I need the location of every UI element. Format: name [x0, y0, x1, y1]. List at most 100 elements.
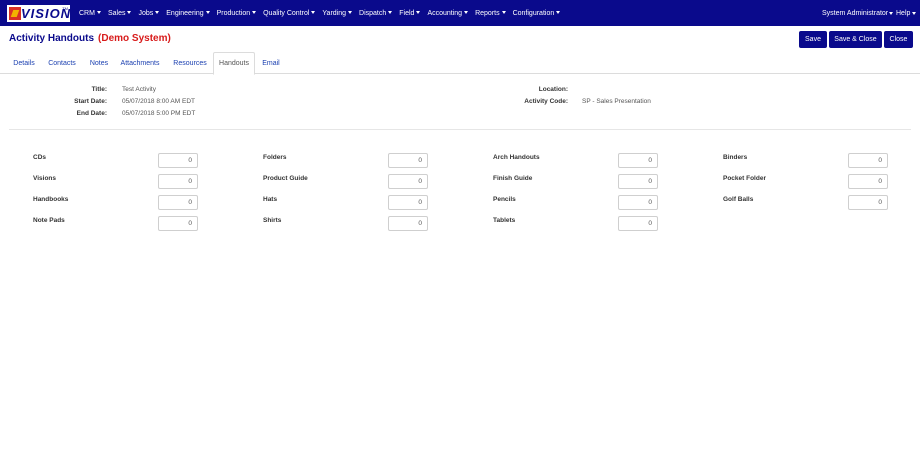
start-date-label: Start Date: — [74, 98, 107, 105]
tab-bar: Details Contacts Notes Attachments Resou… — [0, 52, 920, 75]
menu-item-quality-control[interactable]: Quality Control — [263, 9, 316, 17]
save-close-button[interactable]: Save & Close — [829, 31, 882, 48]
caret-down-icon — [311, 11, 316, 15]
save-button[interactable]: Save — [799, 31, 827, 48]
handout-input-visions[interactable] — [158, 174, 198, 189]
handout-label-folders: Folders — [263, 154, 287, 161]
menu-item-dispatch[interactable]: Dispatch — [359, 9, 393, 17]
menu-item-field[interactable]: Field — [399, 9, 421, 17]
title-label: Title: — [91, 86, 107, 93]
menu-item-label: CRM — [79, 9, 95, 17]
handout-input-folders[interactable] — [388, 153, 428, 168]
menu-item-reports[interactable]: Reports — [475, 10, 506, 17]
handout-label-product-guide: Product Guide — [263, 175, 308, 182]
tab-details[interactable]: Details — [9, 52, 39, 74]
vision-logo[interactable]: VISION TM — [7, 5, 70, 22]
caret-down-icon — [205, 11, 210, 15]
menu-item-label: Reports — [475, 9, 500, 17]
caret-down-icon — [348, 11, 353, 15]
help-menu[interactable]: Help — [896, 0, 917, 26]
handout-label-handbooks: Handbooks — [33, 196, 69, 203]
handout-label-pocket-folder: Pocket Folder — [723, 175, 766, 182]
start-date-value: 05/07/2018 8:00 AM EDT — [122, 98, 195, 105]
caret-down-icon — [155, 11, 160, 15]
handout-label-finish-guide: Finish Guide — [493, 175, 533, 182]
user-menu-label: System Administrator — [822, 9, 889, 17]
help-menu-label: Help — [896, 9, 911, 17]
handout-input-cds[interactable] — [158, 153, 198, 168]
activity-code-label: Activity Code: — [524, 98, 568, 105]
handout-input-finish-guide[interactable] — [618, 174, 658, 189]
menu-item-label: Configuration — [512, 9, 555, 17]
end-date-label: End Date: — [76, 110, 107, 117]
top-nav-bar: VISION TM CRM Sales Jobs Engineering Pro… — [0, 0, 920, 26]
handout-input-binders[interactable] — [848, 153, 888, 168]
menu-item-label: Dispatch — [359, 9, 387, 17]
main-menu: CRM Sales Jobs Engineering Production Qu… — [79, 0, 567, 26]
end-date-value: 05/07/2018 5:00 PM EDT — [122, 110, 196, 117]
title-value: Test Activity — [122, 86, 156, 93]
menu-item-label: Field — [399, 9, 415, 17]
menu-item-yarding[interactable]: Yarding — [322, 9, 353, 17]
caret-down-icon — [556, 11, 561, 15]
caret-down-icon — [388, 11, 393, 15]
menu-item-label: Yarding — [322, 9, 347, 17]
handout-input-shirts[interactable] — [388, 216, 428, 231]
tab-handouts[interactable]: Handouts — [213, 52, 255, 75]
menu-item-jobs[interactable]: Jobs — [138, 9, 160, 17]
caret-down-icon — [416, 11, 421, 15]
page-title: Activity Handouts (Demo System) — [9, 33, 171, 44]
handout-input-hats[interactable] — [388, 195, 428, 210]
handout-label-hats: Hats — [263, 196, 278, 203]
menu-item-label: Quality Control — [263, 9, 310, 17]
tab-attachments[interactable]: Attachments — [117, 52, 163, 74]
handout-input-pocket-folder[interactable] — [848, 174, 888, 189]
handout-input-golf-balls[interactable] — [848, 195, 888, 210]
activity-code-value: SP - Sales Presentation — [582, 98, 651, 105]
caret-down-icon — [464, 11, 469, 15]
handout-input-handbooks[interactable] — [158, 195, 198, 210]
handout-input-note-pads[interactable] — [158, 216, 198, 231]
caret-down-icon — [127, 11, 132, 15]
menu-item-sales[interactable]: Sales — [108, 10, 132, 17]
logo-mark-icon — [9, 7, 21, 20]
caret-down-icon — [501, 11, 506, 15]
menu-item-label: Jobs — [138, 9, 154, 17]
handout-label-pencils: Pencils — [493, 196, 516, 203]
caret-down-icon — [252, 11, 257, 15]
menu-item-crm[interactable]: CRM — [79, 10, 101, 17]
handout-label-visions: Visions — [33, 175, 57, 182]
menu-item-label: Production — [216, 9, 251, 17]
handout-label-tablets: Tablets — [493, 217, 516, 224]
handout-label-binders: Binders — [723, 154, 748, 161]
location-label: Location: — [538, 86, 568, 93]
menu-item-engineering[interactable]: Engineering — [166, 9, 210, 17]
tab-email[interactable]: Email — [258, 52, 284, 74]
handout-label-note-pads: Note Pads — [33, 217, 65, 224]
demo-system-label: (Demo System) — [98, 33, 171, 44]
close-button[interactable]: Close — [884, 31, 913, 48]
menu-item-label: Accounting — [427, 9, 463, 17]
caret-down-icon — [889, 11, 894, 15]
handout-input-arch-handouts[interactable] — [618, 153, 658, 168]
menu-item-accounting[interactable]: Accounting — [427, 9, 469, 17]
handout-input-product-guide[interactable] — [388, 174, 428, 189]
menu-item-production[interactable]: Production — [216, 9, 257, 17]
logo-trademark: TM — [62, 6, 68, 11]
tab-notes[interactable]: Notes — [85, 52, 113, 74]
menu-item-configuration[interactable]: Configuration — [513, 10, 561, 17]
tab-contacts[interactable]: Contacts — [44, 52, 80, 74]
handout-label-shirts: Shirts — [263, 217, 282, 224]
handout-input-pencils[interactable] — [618, 195, 658, 210]
page-title-text: Activity Handouts — [9, 33, 95, 44]
handout-label-arch-handouts: Arch Handouts — [493, 154, 540, 161]
tab-resources[interactable]: Resources — [168, 52, 212, 74]
handout-label-cds: CDs — [33, 154, 47, 161]
caret-down-icon — [96, 11, 101, 15]
menu-item-label: Sales — [107, 9, 126, 17]
handout-label-golf-balls: Golf Balls — [723, 196, 754, 203]
caret-down-icon — [912, 11, 917, 15]
handout-input-tablets[interactable] — [618, 216, 658, 231]
menu-item-label: Engineering — [166, 9, 204, 17]
user-menu[interactable]: System Administrator — [822, 0, 894, 26]
